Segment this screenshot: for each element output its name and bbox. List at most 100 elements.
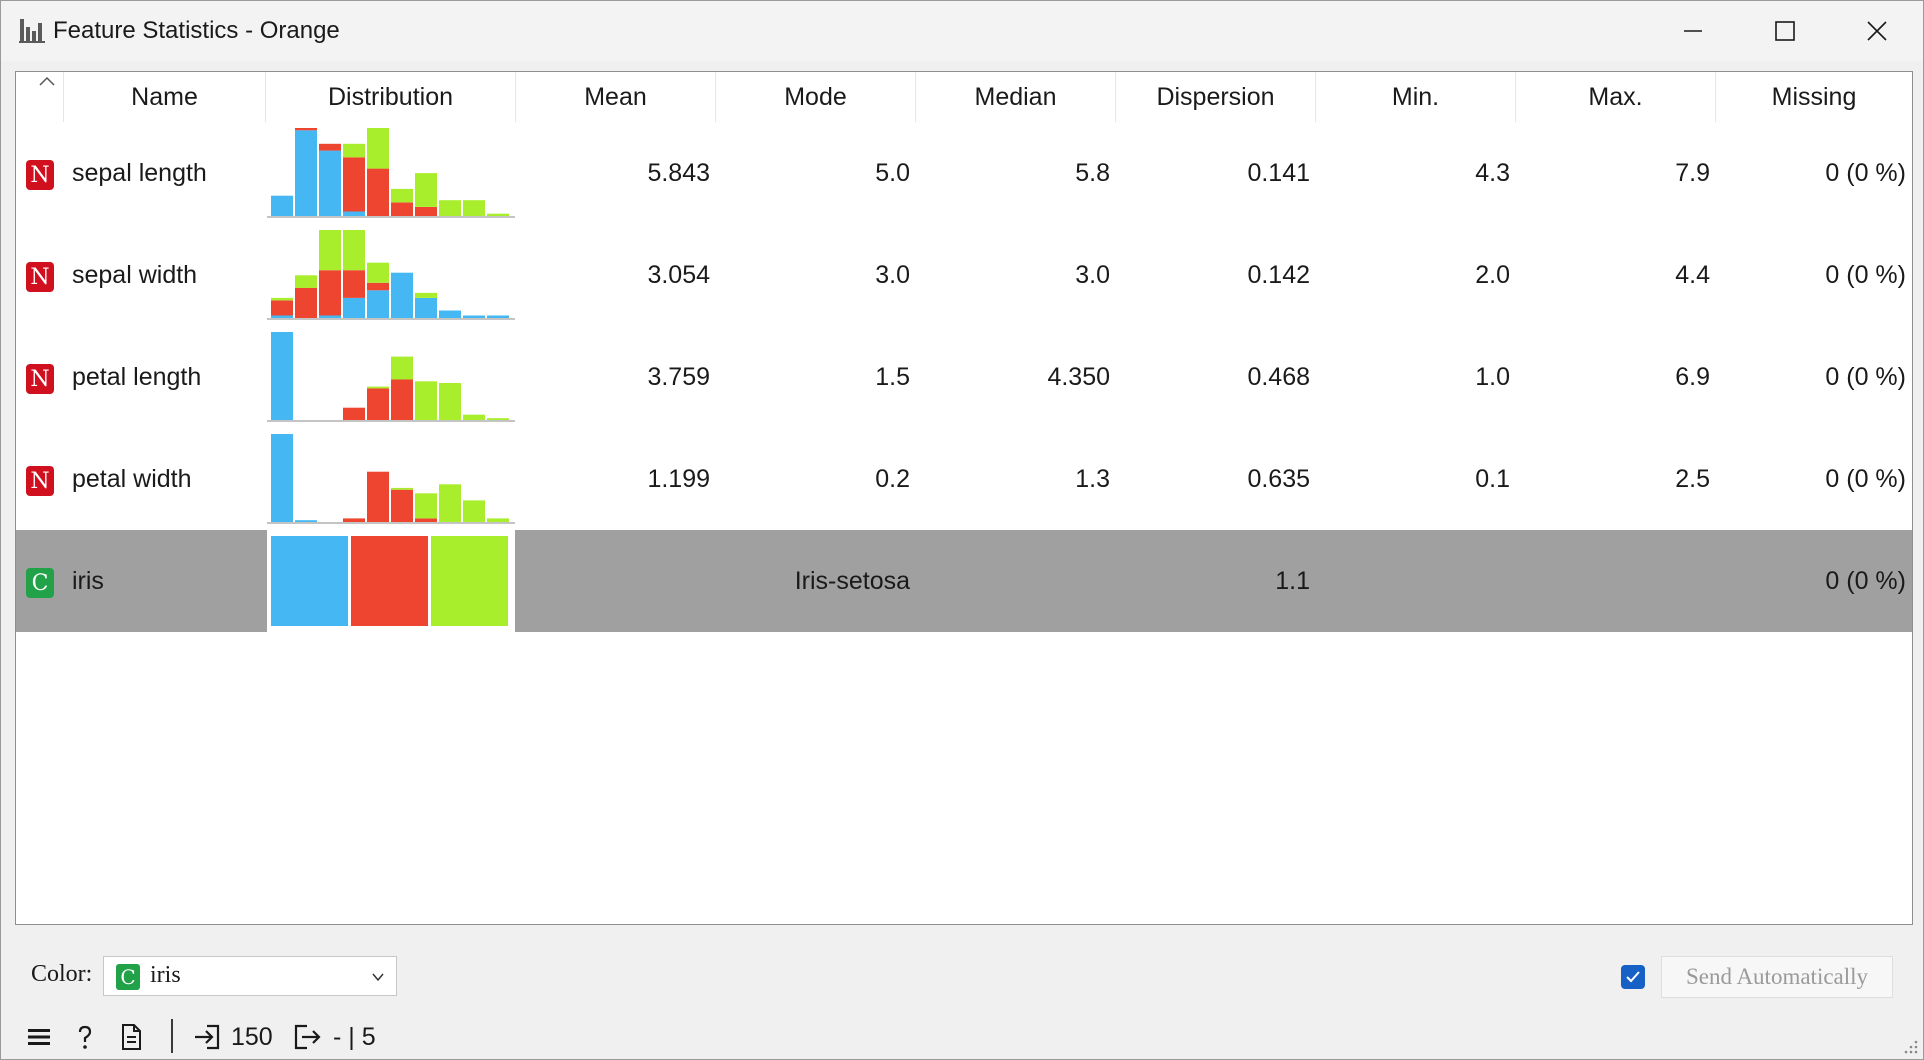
histogram-bar	[391, 487, 413, 490]
categorical-variable-icon: C	[116, 964, 140, 990]
missing-value: 0 (0 %)	[1825, 158, 1906, 187]
title-bar[interactable]: Feature Statistics - Orange	[1, 1, 1923, 61]
feature-name: iris	[72, 566, 104, 595]
histogram-bar	[319, 230, 341, 271]
minimize-icon	[1684, 30, 1702, 32]
distribution-histogram	[267, 332, 515, 422]
histogram-bar	[343, 230, 365, 271]
histogram-bar	[343, 143, 365, 158]
missing-value: 0 (0 %)	[1825, 566, 1906, 595]
histogram-bar	[415, 297, 437, 318]
mean-value	[516, 530, 716, 632]
help-icon[interactable]	[71, 1023, 99, 1051]
histogram-bar	[367, 386, 389, 389]
numeric-variable-icon: N	[26, 466, 54, 496]
median-value: 1.3	[1075, 464, 1110, 493]
min-value	[1316, 530, 1516, 632]
input-icon[interactable]	[193, 1023, 221, 1051]
histogram-bar	[343, 211, 365, 216]
send-automatically-button[interactable]: Send Automatically	[1661, 956, 1893, 998]
histogram-bar	[295, 275, 317, 288]
histogram-bar	[391, 379, 413, 420]
header-corner[interactable]	[16, 72, 64, 122]
histogram-bar	[439, 484, 461, 522]
feature-name: sepal width	[72, 260, 198, 289]
histogram-bar	[487, 315, 509, 318]
output-icon[interactable]	[293, 1023, 321, 1051]
header-median[interactable]: Median	[916, 72, 1116, 122]
histogram-bar	[319, 150, 341, 216]
histogram-bar	[271, 300, 293, 316]
class-bar	[351, 536, 428, 626]
mode-value: 5.0	[875, 158, 910, 187]
minimize-button[interactable]	[1649, 1, 1737, 61]
mean-value: 3.759	[647, 362, 710, 391]
mean-value: 1.199	[647, 464, 710, 493]
histogram-bar	[415, 518, 437, 522]
header-mean[interactable]: Mean	[516, 72, 716, 122]
table-row[interactable]: N sepal length 5.843 5.0 5.8 0.141 4.3 7…	[16, 122, 1912, 224]
statistics-table[interactable]: Name Distribution Mean Mode Median Dispe…	[15, 71, 1913, 925]
status-bar: 150 - | 5	[1, 1017, 1923, 1057]
table-row[interactable]: N sepal width 3.054 3.0 3.0 0.142 2.0 4.…	[16, 224, 1912, 326]
max-value: 6.9	[1675, 362, 1710, 391]
mean-value: 5.843	[647, 158, 710, 187]
histogram-bar	[343, 270, 365, 298]
histogram-bar	[295, 128, 317, 131]
histogram-bar	[463, 315, 485, 318]
histogram-bar	[295, 520, 317, 522]
min-value: 0.1	[1475, 464, 1510, 493]
categorical-variable-icon: C	[26, 568, 54, 598]
sort-indicator-icon	[39, 76, 55, 86]
close-button[interactable]	[1833, 1, 1921, 61]
max-value: 7.9	[1675, 158, 1710, 187]
feature-name: petal width	[72, 464, 192, 493]
histogram-bar	[319, 143, 341, 151]
class-bar	[431, 536, 508, 626]
median-value: 3.0	[1075, 260, 1110, 289]
header-max[interactable]: Max.	[1516, 72, 1716, 122]
histogram-bar	[487, 213, 509, 216]
histogram-bar	[463, 200, 485, 216]
color-combobox-value: iris	[150, 962, 181, 988]
color-combobox[interactable]: C iris	[103, 956, 397, 996]
status-separator	[171, 1019, 173, 1053]
table-row[interactable]: N petal width 1.199 0.2 1.3 0.635 0.1 2.…	[16, 428, 1912, 530]
missing-value: 0 (0 %)	[1825, 464, 1906, 493]
header-mode[interactable]: Mode	[716, 72, 916, 122]
histogram-bar	[391, 356, 413, 380]
color-label: Color:	[31, 961, 93, 987]
histogram-bar	[415, 381, 437, 420]
header-min[interactable]: Min.	[1316, 72, 1516, 122]
histogram-bar	[439, 383, 461, 420]
distribution-histogram	[267, 230, 515, 320]
send-automatically-checkbox[interactable]	[1621, 965, 1645, 989]
missing-value: 0 (0 %)	[1825, 362, 1906, 391]
header-distribution[interactable]: Distribution	[266, 72, 516, 122]
table-header: Name Distribution Mean Mode Median Dispe…	[16, 72, 1912, 122]
feature-statistics-window: Feature Statistics - Orange Name Distrib…	[0, 0, 1924, 1060]
histogram-bar	[319, 315, 341, 318]
histogram-bar	[367, 128, 389, 169]
histogram-bar	[463, 500, 485, 522]
table-row[interactable]: N petal length 3.759 1.5 4.350 0.468 1.0…	[16, 326, 1912, 428]
dispersion-value: 0.142	[1247, 260, 1310, 289]
header-name[interactable]: Name	[64, 72, 266, 122]
menu-icon[interactable]	[25, 1023, 53, 1051]
dispersion-value: 0.141	[1247, 158, 1310, 187]
header-dispersion[interactable]: Dispersion	[1116, 72, 1316, 122]
numeric-variable-icon: N	[26, 262, 54, 292]
histogram-bar	[367, 282, 389, 291]
class-bar	[271, 536, 348, 626]
histogram-bar	[343, 157, 365, 212]
mode-value: Iris-setosa	[794, 566, 910, 595]
numeric-variable-icon: N	[26, 160, 54, 190]
maximize-button[interactable]	[1741, 1, 1829, 61]
header-missing[interactable]: Missing	[1716, 72, 1912, 122]
histogram-bar	[343, 407, 365, 420]
histogram-bar	[271, 315, 293, 318]
resize-grip-icon[interactable]	[1901, 1037, 1919, 1055]
table-row-selected[interactable]: C iris Iris-setosa 1.1 0 (0 %)	[16, 530, 1912, 632]
maximize-icon	[1775, 21, 1795, 41]
report-icon[interactable]	[117, 1023, 145, 1051]
